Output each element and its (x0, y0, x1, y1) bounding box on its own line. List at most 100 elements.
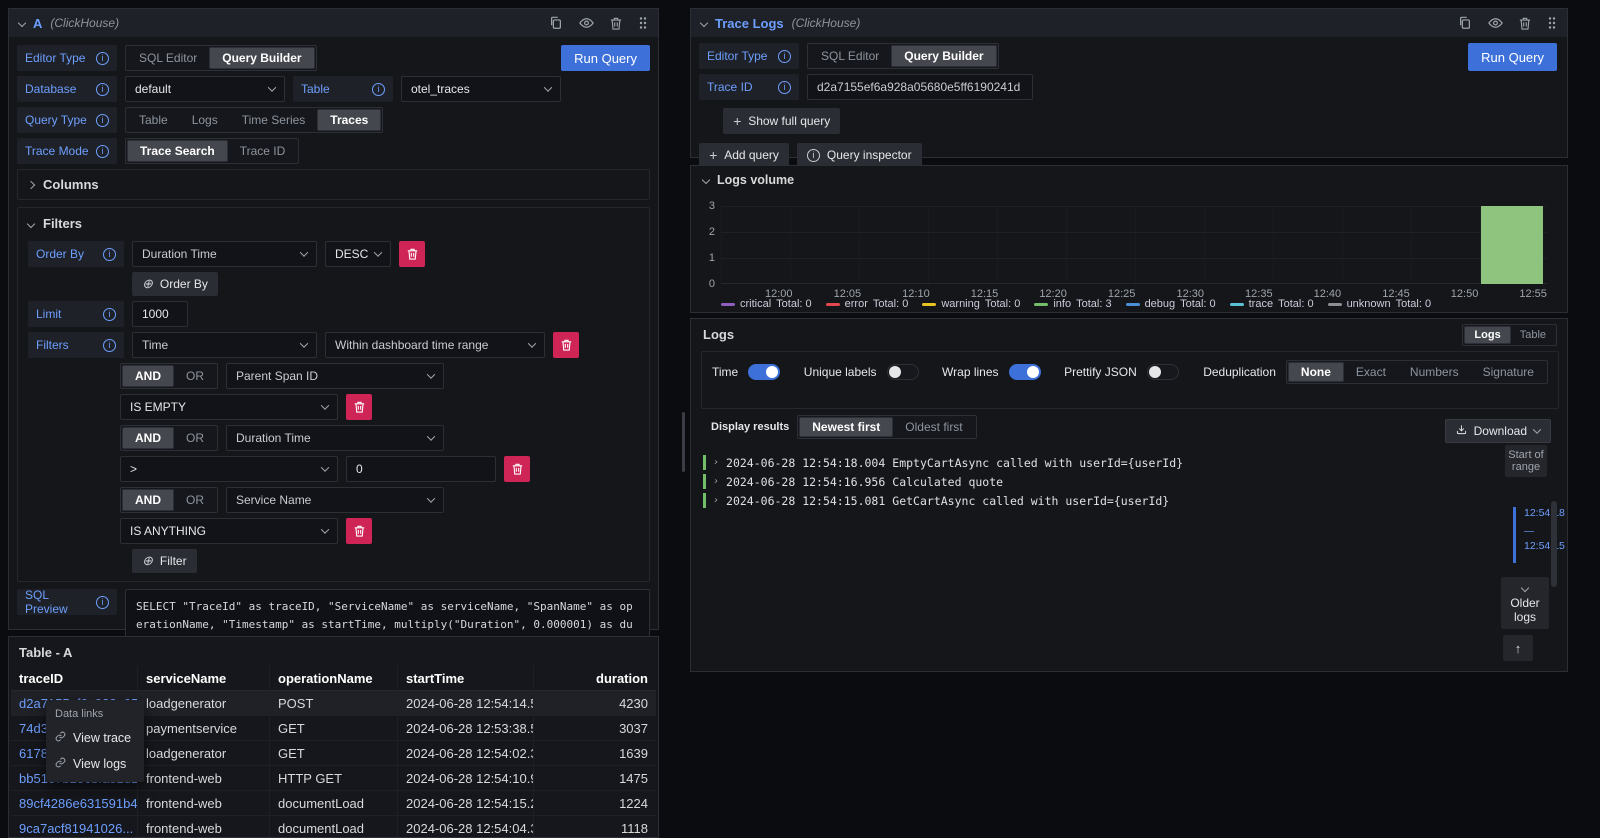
remove-filter-button[interactable] (553, 332, 579, 358)
info-icon[interactable] (778, 81, 791, 94)
log-row[interactable]: 2024-06-28 12:54:18.004EmptyCartAsync ca… (703, 453, 1183, 472)
view-trace-menu-item[interactable]: View trace (46, 725, 144, 751)
remove-condition-button[interactable] (504, 456, 530, 482)
option-oldest-first[interactable]: Oldest first (893, 417, 974, 437)
info-icon[interactable] (103, 308, 116, 321)
remove-condition-button[interactable] (346, 518, 372, 544)
option-sql-editor[interactable]: SQL Editor (809, 45, 891, 67)
legend-item-trace[interactable]: traceTotal: 0 (1230, 298, 1314, 310)
option-logs[interactable]: Logs (180, 109, 230, 131)
option-trace-search[interactable]: Trace Search (127, 140, 228, 162)
option-exact[interactable]: Exact (1344, 362, 1398, 382)
trace-id-link[interactable]: 89cf4286e631591b4... (11, 791, 138, 816)
info-icon[interactable] (778, 50, 791, 63)
view-logs-menu-item[interactable]: View logs (46, 751, 144, 777)
run-query-button[interactable]: Run Query (561, 45, 650, 71)
collapse-chevron-icon[interactable] (18, 19, 26, 27)
info-icon[interactable] (103, 339, 116, 352)
legend-item-error[interactable]: errorTotal: 0 (826, 298, 909, 310)
expand-chevron-icon[interactable] (713, 457, 719, 468)
duplicate-icon[interactable] (1458, 16, 1472, 30)
info-icon[interactable] (96, 83, 109, 96)
condition-operator-select[interactable]: IS ANYTHING (120, 518, 338, 544)
option-numbers[interactable]: Numbers (1398, 362, 1471, 382)
drag-handle-icon[interactable] (638, 16, 648, 30)
option-or[interactable]: OR (174, 365, 216, 387)
download-button[interactable]: Download (1445, 419, 1551, 443)
condition-operator-select[interactable]: IS EMPTY (120, 394, 338, 420)
info-icon[interactable] (96, 114, 109, 127)
log-row[interactable]: 2024-06-28 12:54:16.956Calculated quote (703, 472, 1183, 491)
legend-item-info[interactable]: infoTotal: 3 (1034, 298, 1111, 310)
limit-input[interactable]: 1000 (132, 301, 188, 327)
trash-icon[interactable] (610, 17, 622, 30)
info-logs-bar[interactable] (1481, 206, 1543, 284)
legend-item-warning[interactable]: warningTotal: 0 (922, 298, 1020, 310)
option-sql-editor[interactable]: SQL Editor (127, 47, 209, 69)
panel-title[interactable]: Trace Logs (715, 16, 784, 31)
filter-operator-select[interactable]: Within dashboard time range (325, 332, 545, 358)
order-by-field-select[interactable]: Duration Time (132, 241, 317, 267)
wrap-lines-toggle[interactable] (1009, 364, 1041, 380)
option-query-builder[interactable]: Query Builder (891, 45, 996, 67)
condition-operator-select[interactable]: > (120, 456, 338, 482)
show-full-query-button[interactable]: Show full query (723, 108, 840, 134)
add-query-button[interactable]: Add query (699, 143, 789, 167)
database-select[interactable]: default (125, 76, 285, 102)
option-table-view[interactable]: Table (1511, 326, 1555, 344)
log-minimap-range[interactable]: 12:54:18 12:54:15 (1513, 507, 1565, 563)
option-time-series[interactable]: Time Series (230, 109, 318, 131)
option-newest-first[interactable]: Newest first (799, 417, 893, 437)
column-header-starttime[interactable]: startTime (398, 666, 534, 691)
option-and[interactable]: AND (122, 489, 174, 511)
unique-labels-toggle[interactable] (887, 364, 919, 380)
duplicate-icon[interactable] (549, 16, 563, 30)
option-trace-id[interactable]: Trace ID (228, 140, 298, 162)
order-by-direction-select[interactable]: DESC (325, 241, 391, 267)
add-order-by-button[interactable]: Order By (132, 272, 218, 296)
option-or[interactable]: OR (174, 427, 216, 449)
filters-section-header[interactable]: Filters (28, 216, 639, 231)
logs-volume-plot[interactable] (721, 206, 1547, 284)
query-inspector-button[interactable]: Query inspector (797, 143, 922, 167)
panel-title[interactable]: A (33, 16, 42, 31)
minimap-scrollbar-thumb[interactable] (1551, 501, 1557, 587)
eye-icon[interactable] (579, 17, 594, 29)
expand-chevron-icon[interactable] (713, 495, 719, 506)
remove-condition-button[interactable] (346, 394, 372, 420)
remove-order-by-button[interactable] (399, 241, 425, 267)
scrollbar-thumb[interactable] (682, 412, 685, 472)
info-icon[interactable] (372, 83, 385, 96)
column-header-operationname[interactable]: operationName (270, 666, 398, 691)
option-traces[interactable]: Traces (317, 109, 381, 131)
log-row[interactable]: 2024-06-28 12:54:15.081GetCartAsync call… (703, 491, 1183, 510)
table-select[interactable]: otel_traces (401, 76, 561, 102)
option-signature[interactable]: Signature (1471, 362, 1546, 382)
columns-section[interactable]: Columns (17, 169, 650, 200)
option-none[interactable]: None (1288, 362, 1344, 382)
logs-volume-header[interactable]: Logs volume (691, 166, 1567, 194)
info-icon[interactable] (96, 52, 109, 65)
trash-icon[interactable] (1519, 17, 1531, 30)
time-toggle[interactable] (748, 364, 780, 380)
condition-value-input[interactable]: 0 (346, 456, 496, 482)
older-logs-button[interactable]: Older logs (1501, 577, 1549, 629)
expand-chevron-icon[interactable] (713, 476, 719, 487)
info-icon[interactable] (96, 596, 109, 609)
legend-item-critical[interactable]: criticalTotal: 0 (721, 298, 812, 310)
run-query-button[interactable]: Run Query (1468, 43, 1557, 71)
option-table[interactable]: Table (127, 109, 180, 131)
trace-id-link[interactable]: 9ca7acf81941026... (11, 816, 138, 838)
option-or[interactable]: OR (174, 489, 216, 511)
eye-icon[interactable] (1488, 17, 1503, 29)
collapse-chevron-icon[interactable] (700, 19, 708, 27)
prettify-json-toggle[interactable] (1147, 364, 1179, 380)
filter-field-select[interactable]: Time (132, 332, 317, 358)
info-icon[interactable] (96, 145, 109, 158)
column-header-servicename[interactable]: serviceName (138, 666, 270, 691)
drag-handle-icon[interactable] (1547, 16, 1557, 30)
column-header-traceid[interactable]: traceID (11, 666, 138, 691)
condition-field-select[interactable]: Service Name (226, 487, 444, 513)
trace-id-input[interactable]: d2a7155ef6a928a05680e5ff6190241d (807, 74, 1033, 100)
option-and[interactable]: AND (122, 365, 174, 387)
